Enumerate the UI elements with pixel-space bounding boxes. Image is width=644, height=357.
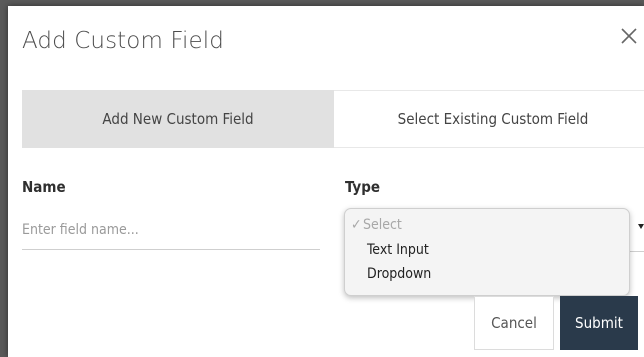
close-icon[interactable] xyxy=(617,24,641,48)
submit-button[interactable]: Submit xyxy=(560,296,638,350)
add-custom-field-modal: Add Custom Field Add New Custom Field Se… xyxy=(8,6,644,357)
tab-select-existing-custom-field[interactable]: Select Existing Custom Field xyxy=(334,90,644,148)
name-label: Name xyxy=(22,178,66,196)
dropdown-option-text-input[interactable]: Text Input xyxy=(367,242,429,258)
checkmark-icon: ✓ xyxy=(351,217,362,233)
type-dropdown-menu: ✓Select Text Input Dropdown xyxy=(344,208,630,296)
field-source-tabs: Add New Custom Field Select Existing Cus… xyxy=(22,90,644,148)
cancel-button[interactable]: Cancel xyxy=(474,296,554,350)
tab-add-new-custom-field[interactable]: Add New Custom Field xyxy=(22,90,334,148)
type-label: Type xyxy=(345,178,381,196)
dropdown-option-dropdown[interactable]: Dropdown xyxy=(367,266,431,282)
modal-title: Add Custom Field xyxy=(22,28,224,54)
name-input[interactable] xyxy=(22,211,320,250)
dropdown-option-select[interactable]: ✓Select xyxy=(351,217,402,233)
dropdown-option-label: Select xyxy=(363,217,402,233)
chevron-down-icon[interactable] xyxy=(638,224,644,229)
